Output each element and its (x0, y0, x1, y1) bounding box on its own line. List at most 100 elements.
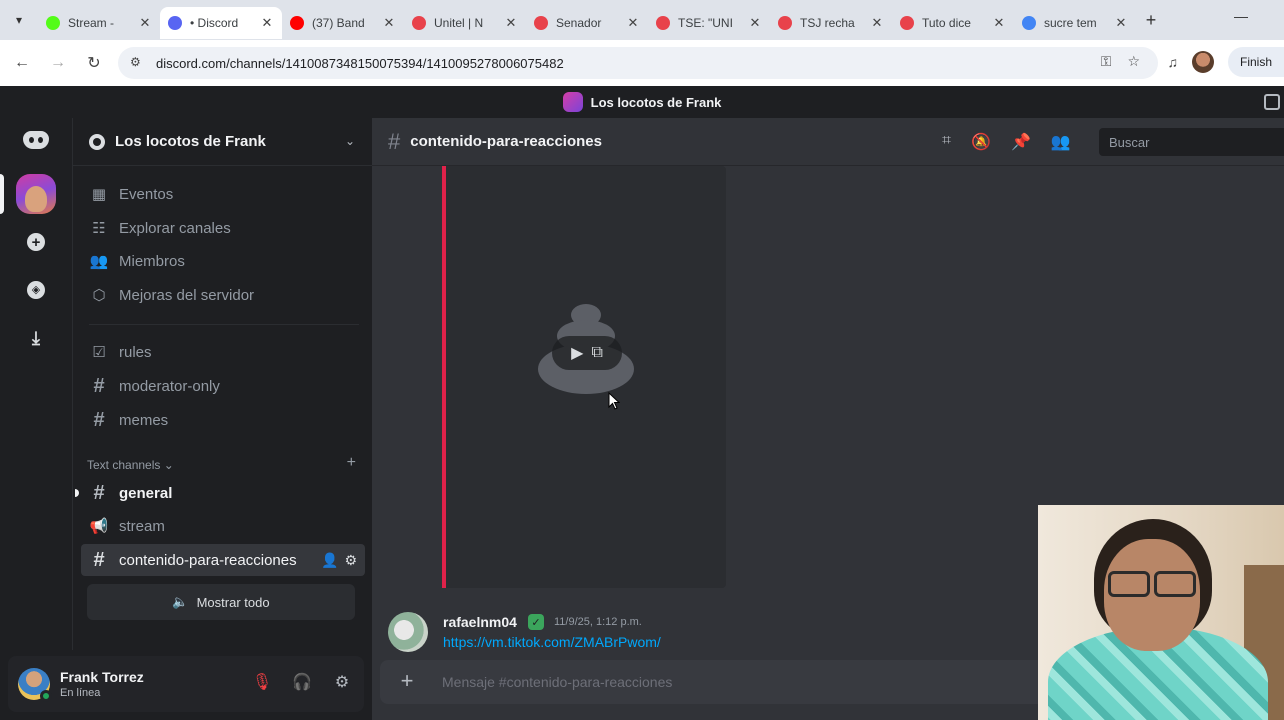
user-settings-gear-icon[interactable]: ⚙ (332, 672, 352, 692)
invite-icon[interactable]: 👤 (321, 552, 338, 569)
channel-contenido-para-reacciones[interactable]: # contenido-para-reacciones 👤 ⚙ (81, 544, 365, 576)
discord-home-button[interactable] (16, 120, 56, 160)
server-icon-los-locotos[interactable] (16, 174, 56, 214)
browser-tab[interactable]: Senador ✕ (526, 7, 648, 39)
channel-general[interactable]: # general (75, 477, 365, 509)
threads-icon[interactable]: ⌗ (942, 132, 951, 152)
browser-tab[interactable]: • Discord ✕ (160, 7, 282, 39)
tab-favicon-icon (290, 16, 304, 30)
open-external-icon[interactable]: ⧉ (591, 344, 602, 362)
compass-icon: ◈ (27, 281, 45, 299)
tab-close-icon[interactable]: ✕ (382, 15, 396, 31)
user-panel: Frank Torrez En línea 🎙 🎧 ⚙ (8, 656, 364, 712)
address-bar[interactable]: ⚙ discord.com/channels/14100873481500753… (118, 47, 1158, 79)
headphones-icon[interactable]: 🎧 (292, 672, 312, 692)
channel-label: rules (119, 343, 152, 361)
search-input[interactable]: Buscar (1099, 128, 1284, 156)
tab-close-icon[interactable]: ✕ (626, 15, 640, 31)
channel-moderator-only[interactable]: # moderator-only (81, 370, 365, 402)
channel-memes[interactable]: # memes (81, 404, 365, 436)
video-embed[interactable]: ▶ ⧉ (442, 166, 726, 588)
tab-search-icon[interactable]: ▾ (0, 0, 38, 40)
download-apps-button[interactable]: ⤓ (16, 318, 56, 358)
channel-label: moderator-only (119, 377, 220, 395)
category-text-channels[interactable]: Text channels ⌄ (87, 458, 174, 472)
channel-header: # contenido-para-reacciones ⌗ 🔕 📌 👥 Busc… (372, 118, 1284, 166)
browser-tab[interactable]: TSE: "UNI ✕ (648, 7, 770, 39)
mute-mic-icon[interactable]: 🎙 (252, 672, 272, 692)
mouse-cursor-icon (608, 392, 620, 410)
channel-rules[interactable]: ☑ rules (81, 336, 365, 368)
tab-close-icon[interactable]: ✕ (748, 15, 762, 31)
user-info[interactable]: Frank Torrez En línea (60, 669, 144, 699)
tab-close-icon[interactable]: ✕ (1114, 15, 1128, 31)
url-text: discord.com/channels/1410087348150075394… (156, 55, 564, 71)
verified-badge-icon: ✓ (528, 614, 544, 630)
author-avatar[interactable] (388, 612, 428, 652)
browser-tab[interactable]: Tuto dice ✕ (892, 7, 1014, 39)
tab-label: sucre tem (1044, 16, 1097, 30)
show-all-button[interactable]: 🔈 Mostrar todo (87, 584, 355, 620)
members-icon: 👥 (89, 253, 109, 270)
embed-media-controls[interactable]: ▶ ⧉ (552, 336, 622, 370)
site-settings-icon[interactable]: ⚙ (130, 55, 146, 71)
browser-tab[interactable]: Stream - ✕ (38, 7, 160, 39)
browser-tab[interactable]: (37) Band ✕ (282, 7, 404, 39)
tab-close-icon[interactable]: ✕ (504, 15, 518, 31)
browser-tab[interactable]: Unitel | N ✕ (404, 7, 526, 39)
nav-server-boosts[interactable]: ⬡ Mejoras del servidor (81, 279, 365, 311)
play-icon[interactable]: ▶ (571, 343, 583, 363)
nav-members[interactable]: 👥 Miembros (81, 245, 365, 277)
add-server-button[interactable]: + (16, 222, 56, 262)
announcement-icon: 📢 (89, 518, 109, 535)
speaker-icon: 🔈 (172, 594, 189, 609)
password-key-icon[interactable]: ⚿ (1101, 53, 1112, 70)
tab-close-icon[interactable]: ✕ (138, 15, 152, 31)
server-name: Los locotos de Frank (115, 133, 266, 150)
pin-icon[interactable]: 📌 (1011, 132, 1031, 152)
bookmark-star-icon[interactable]: ☆ (1127, 53, 1140, 70)
nav-events[interactable]: ▦ Eventos (81, 178, 365, 210)
show-all-label: Mostrar todo (196, 594, 270, 610)
user-avatar[interactable] (18, 668, 52, 702)
tab-favicon-icon (1022, 16, 1036, 30)
member-list-icon[interactable]: 👥 (1051, 132, 1071, 152)
finish-button[interactable]: Finish (1227, 47, 1284, 77)
hash-icon: # (93, 481, 105, 504)
minimize-icon[interactable]: — (1234, 8, 1248, 24)
server-header[interactable]: Los locotos de Frank ⌄ (73, 118, 373, 166)
tab-close-icon[interactable]: ✕ (260, 15, 274, 31)
calendar-icon: ▦ (91, 186, 107, 203)
tab-favicon-icon (534, 16, 548, 30)
attach-plus-icon[interactable]: + (396, 670, 418, 692)
notification-muted-icon[interactable]: 🔕 (971, 132, 991, 152)
tab-label: Senador (556, 16, 602, 30)
new-tab-button[interactable]: + (1136, 0, 1166, 40)
create-channel-button[interactable]: + (347, 454, 356, 472)
tab-label: • Discord (190, 16, 239, 30)
inbox-icon[interactable] (1264, 94, 1280, 110)
reload-icon[interactable]: ↻ (76, 45, 112, 81)
nav-browse-channels[interactable]: ☷ Explorar canales (81, 212, 365, 244)
discover-button[interactable]: ◈ (16, 270, 56, 310)
browser-tab[interactable]: sucre tem ✕ (1014, 7, 1136, 39)
server-avatar-image (25, 186, 47, 212)
tab-label: TSJ recha (800, 16, 855, 30)
message-link[interactable]: https://vm.tiktok.com/ZMABrPwom/ (443, 634, 661, 650)
nav-boosts-label: Mejoras del servidor (119, 286, 255, 304)
back-icon[interactable]: ← (4, 45, 40, 81)
tab-close-icon[interactable]: ✕ (992, 15, 1006, 31)
tab-favicon-icon (900, 16, 914, 30)
tab-favicon-icon (656, 16, 670, 30)
category-label: Text channels (87, 458, 161, 472)
message-author[interactable]: rafaelnm04 (443, 614, 517, 630)
browser-toolbar: ← → ↻ ⚙ discord.com/channels/14100873481… (0, 40, 1284, 86)
composer-placeholder: Mensaje #contenido-para-reacciones (442, 674, 673, 690)
gear-icon[interactable]: ⚙ (344, 552, 357, 569)
browser-tab[interactable]: TSJ recha ✕ (770, 7, 892, 39)
media-control-icon[interactable]: ♫ (1167, 54, 1178, 70)
channel-stream[interactable]: 📢 stream (81, 510, 365, 542)
profile-avatar[interactable] (1191, 51, 1214, 73)
tab-close-icon[interactable]: ✕ (870, 15, 884, 31)
forward-icon[interactable]: → (40, 45, 76, 81)
